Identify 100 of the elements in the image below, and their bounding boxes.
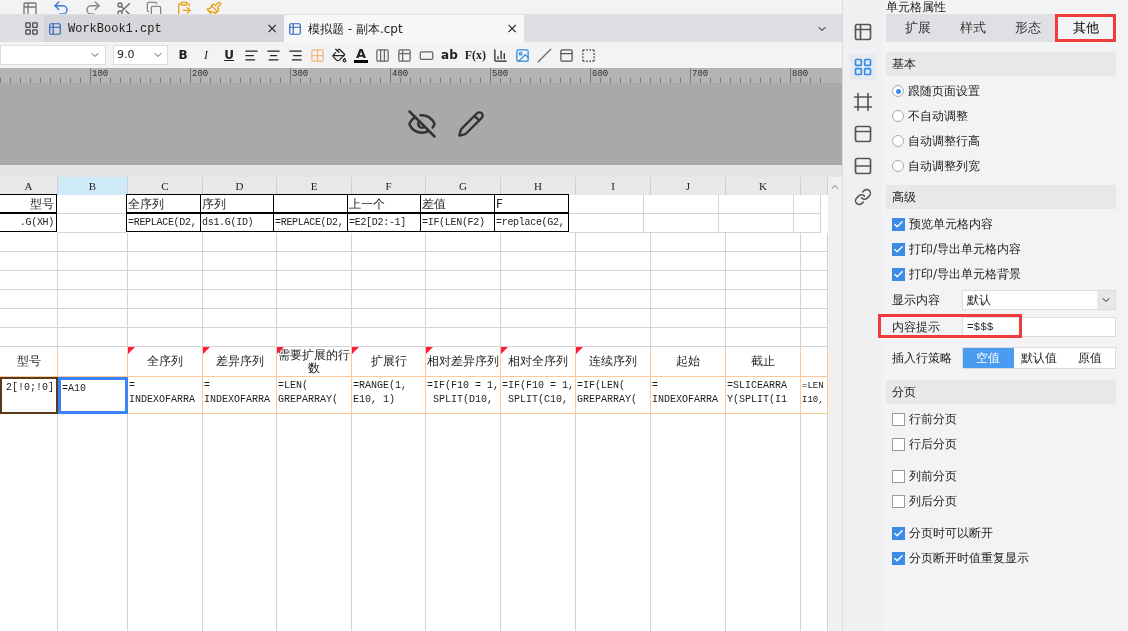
checkbox[interactable] (892, 412, 905, 426)
chart-icon[interactable] (493, 47, 509, 63)
tooltip-field[interactable]: =$$$ (962, 317, 1116, 337)
strategy-option[interactable]: 原值 (1064, 348, 1115, 368)
section-header[interactable]: 基本 (886, 52, 1116, 76)
border-icon[interactable] (310, 47, 325, 63)
column-header[interactable]: J (651, 177, 726, 195)
undo-icon[interactable] (52, 0, 70, 14)
property-tab[interactable]: 形态 (1000, 14, 1055, 42)
vertical-scrollbar[interactable] (828, 177, 842, 631)
edit-icon[interactable] (457, 110, 485, 138)
italic-button[interactable]: I (198, 46, 214, 64)
table-cell[interactable]: =SLICEARRA Y(SPLIT(I1 (726, 377, 801, 414)
column-header[interactable]: G (426, 177, 501, 195)
table-cell[interactable]: =IF(LEN(F2) (420, 213, 495, 232)
table-cell[interactable]: 差值 (420, 194, 495, 213)
file-tab[interactable]: WorkBook1.cpt × (44, 15, 284, 42)
column-header[interactable]: F (352, 177, 426, 195)
table-cell[interactable]: 差异序列 (203, 347, 277, 377)
close-button[interactable]: × (264, 18, 280, 39)
table-cell[interactable]: 截止 (726, 347, 801, 377)
table-cell[interactable]: =REPLACE(D2, (273, 213, 348, 232)
section-header[interactable]: 高级 (886, 185, 1116, 209)
table-cell[interactable]: =LEN( GREPARRAY( (277, 377, 352, 414)
checkbox[interactable] (892, 526, 905, 540)
font-size-field[interactable]: 9.0 (113, 45, 168, 65)
table-cell[interactable]: =REPLACE(D2, (126, 213, 201, 232)
close-button[interactable]: × (504, 18, 520, 39)
radio-button[interactable] (892, 85, 904, 97)
table-cell[interactable]: 上一个 (347, 194, 421, 213)
column-header[interactable]: C (128, 177, 203, 195)
checkbox[interactable] (892, 267, 905, 281)
redo-icon[interactable] (84, 0, 102, 14)
property-tab[interactable]: 扩展 (890, 14, 945, 42)
column-header[interactable]: B (58, 177, 128, 195)
checkbox[interactable] (892, 551, 905, 565)
font-color-button[interactable]: A (354, 47, 369, 63)
table-cell[interactable]: 相对全序列 (501, 347, 576, 377)
align-left-icon[interactable] (244, 47, 259, 63)
table-cell[interactable]: 全序列 (126, 194, 201, 213)
table-cell[interactable]: 型号 (0, 347, 58, 377)
table-cell[interactable]: = INDEXOFARRA (203, 377, 277, 414)
table-cell[interactable]: 需要扩展的行数 (277, 347, 352, 377)
bold-button[interactable]: B (175, 46, 191, 64)
table-cell[interactable]: =IF(LEN( GREPARRAY( (576, 377, 651, 414)
formula-button[interactable]: F(x) (464, 46, 487, 64)
table-cell[interactable]: F (494, 194, 569, 213)
line-icon[interactable] (537, 47, 553, 63)
ruler-label: 400 (392, 68, 409, 81)
hidden-icon[interactable] (407, 109, 437, 139)
table-cell[interactable]: 型号 (0, 194, 57, 213)
column-header[interactable]: I (576, 177, 651, 195)
table-cell[interactable]: =E2[D2:-1] (347, 213, 421, 232)
checkbox[interactable] (892, 217, 905, 231)
property-tab[interactable]: 样式 (945, 14, 1000, 42)
column-header[interactable]: K (726, 177, 801, 195)
table-cell[interactable]: 全序列 (128, 347, 203, 377)
section-header[interactable]: 分页 (886, 380, 1116, 404)
cell-properties-icon[interactable] (852, 57, 873, 77)
checkbox[interactable] (892, 494, 905, 508)
table-cell[interactable]: 序列 (200, 194, 274, 213)
table-cell[interactable]: = INDEXOFARRA (128, 377, 203, 414)
table-cell[interactable]: =A10 (58, 377, 128, 414)
table-cell[interactable]: 2[!0;!0] (0, 377, 58, 414)
table-cell[interactable]: = INDEXOFARRA (651, 377, 726, 414)
column-header[interactable]: H (501, 177, 576, 195)
checkbox[interactable] (892, 437, 905, 451)
underline-button[interactable]: U (221, 46, 237, 64)
column-header[interactable]: D (203, 177, 277, 195)
table-cell[interactable]: .G(XH) (0, 213, 57, 232)
table-cell[interactable]: 扩展行 (352, 347, 426, 377)
image-icon[interactable] (515, 47, 531, 63)
align-center-icon[interactable] (266, 47, 281, 63)
table-cell[interactable]: 连续序列 (576, 347, 651, 377)
table-cell[interactable]: =IF(F10 = 1, SPLIT(C10, (501, 377, 576, 414)
font-name-field[interactable] (0, 45, 106, 65)
strategy-option[interactable]: 默认值 (1013, 348, 1065, 368)
align-right-icon[interactable] (288, 47, 303, 63)
table-cell[interactable]: =replace(G2, (494, 213, 569, 232)
table-cell[interactable]: 起始 (651, 347, 726, 377)
table-cell[interactable]: ds1.G(ID) (200, 213, 274, 232)
checkbox[interactable] (892, 242, 905, 256)
property-tab[interactable]: 其他 (1055, 14, 1116, 42)
column-header[interactable]: E (277, 177, 352, 195)
display-select[interactable]: 默认 (962, 290, 1116, 310)
file-tab[interactable]: 模拟题 - 副本.cpt × (284, 15, 524, 42)
new-sheet-icon[interactable] (23, 21, 39, 36)
link-icon[interactable] (853, 188, 872, 206)
radio-button[interactable] (892, 135, 904, 147)
table-cell[interactable]: =IF(F10 = 1, SPLIT(D10, (426, 377, 501, 414)
checkbox[interactable] (892, 469, 905, 483)
radio-button[interactable] (892, 110, 904, 122)
table-cell[interactable]: 相对差异序列 (426, 347, 501, 377)
text-button[interactable]: ab (441, 46, 458, 64)
copy-icon[interactable] (146, 1, 162, 14)
format-painter-icon[interactable] (206, 1, 222, 14)
table-cell[interactable]: =RANGE(1, E10, 1) (352, 377, 426, 414)
fill-color-icon[interactable] (332, 47, 347, 63)
radio-button[interactable] (892, 160, 904, 172)
table-cell[interactable] (273, 194, 348, 213)
